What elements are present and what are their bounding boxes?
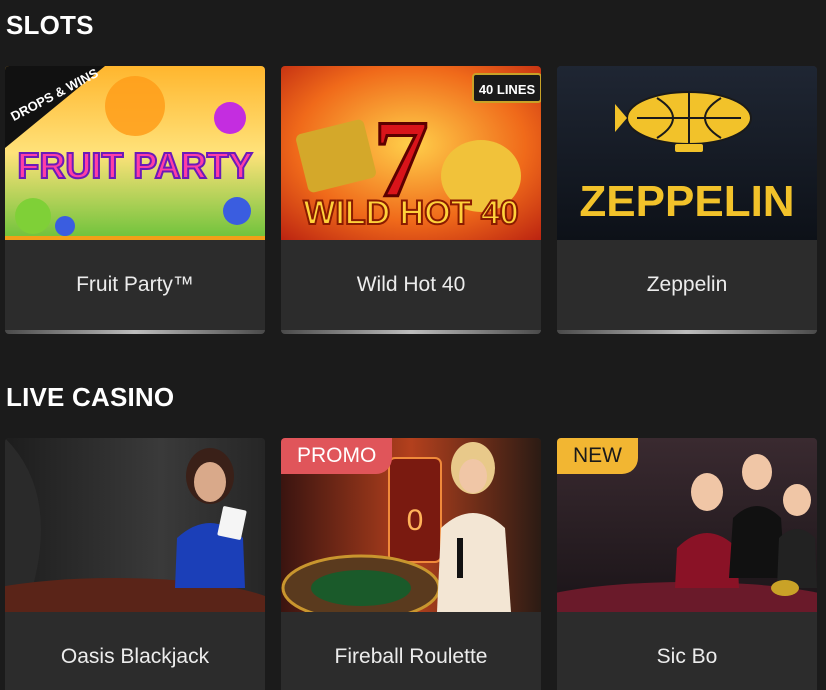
svg-text:0: 0: [407, 504, 424, 537]
game-card-fireball-roulette[interactable]: 0 PROMO Fireball Roulette: [281, 438, 541, 690]
game-thumbnail[interactable]: DROPS & WINS FRUIT PARTY: [5, 66, 265, 240]
card-underline: [557, 330, 817, 334]
card-underline: [281, 330, 541, 334]
new-badge: NEW: [557, 438, 638, 474]
game-thumbnail[interactable]: 0 PROMO: [281, 438, 541, 612]
game-name[interactable]: Zeppelin: [557, 240, 817, 330]
game-thumbnail[interactable]: 7 40 LINES WILD HOT 40: [281, 66, 541, 240]
game-card-zeppelin[interactable]: ZEPPELIN Zeppelin: [557, 66, 817, 334]
game-thumbnail[interactable]: ZEPPELIN: [557, 66, 817, 240]
game-thumbnail[interactable]: [5, 438, 265, 612]
game-name[interactable]: Wild Hot 40: [281, 240, 541, 330]
game-name[interactable]: Fruit Party™: [5, 240, 265, 330]
forty-lines-text: 40 LINES: [479, 82, 536, 97]
game-card-wild-hot-40[interactable]: 7 40 LINES WILD HOT 40 Wild Hot 40: [281, 66, 541, 334]
section-title-live-casino: LIVE CASINO: [6, 382, 175, 412]
card-underline: [5, 330, 265, 334]
game-thumbnail[interactable]: NEW: [557, 438, 817, 612]
game-name[interactable]: Fireball Roulette: [281, 612, 541, 690]
wild-hot-logo-text: WILD HOT 40: [303, 194, 518, 232]
promo-badge: PROMO: [281, 438, 393, 474]
game-card-sic-bo[interactable]: NEW Sic Bo: [557, 438, 817, 690]
game-name[interactable]: Sic Bo: [557, 612, 817, 690]
game-name[interactable]: Oasis Blackjack: [5, 612, 265, 690]
game-card-fruit-party[interactable]: DROPS & WINS FRUIT PARTY Fruit Party™: [5, 66, 265, 334]
zeppelin-logo-text: ZEPPELIN: [579, 177, 794, 226]
game-card-oasis-blackjack[interactable]: Oasis Blackjack: [5, 438, 265, 690]
fruit-party-logo-text: FRUIT PARTY: [17, 145, 252, 186]
section-title-slots: SLOTS: [6, 10, 94, 40]
